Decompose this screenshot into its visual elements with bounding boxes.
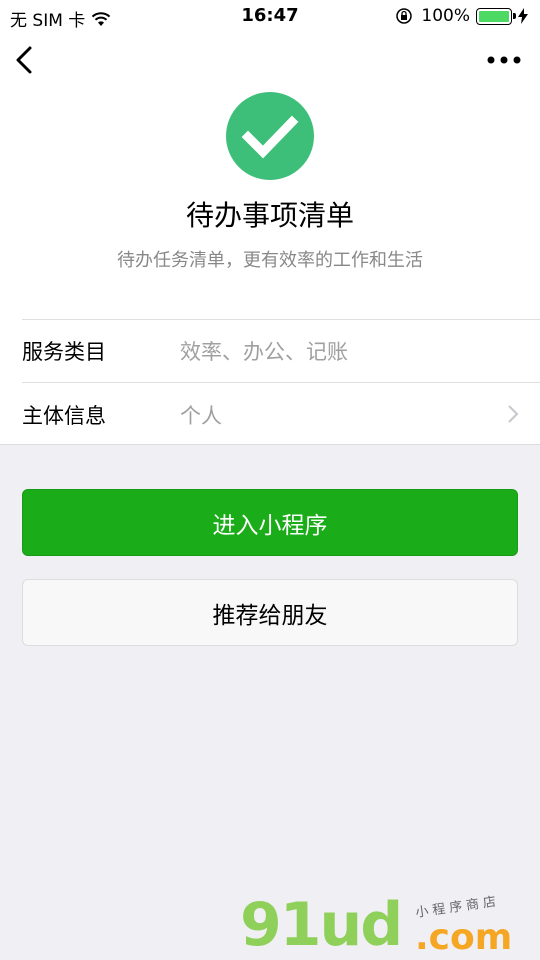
app-description: 待办任务清单，更有效率的工作和生活 (117, 250, 423, 271)
charging-icon (518, 8, 528, 24)
check-circle-icon (226, 92, 314, 180)
watermark: 91ud 小程序商店 .com (240, 890, 540, 960)
recommend-to-friend-button[interactable]: 推荐给朋友 (22, 579, 518, 646)
subject-value: 个人 (180, 404, 222, 428)
divider (0, 444, 540, 445)
status-right: 100% (395, 6, 528, 26)
status-bar: 无 SIM 卡 16:47 100% (0, 0, 540, 32)
orientation-lock-icon (396, 8, 413, 24)
divider (22, 319, 540, 320)
battery-icon (476, 7, 516, 25)
chevron-right-icon (508, 405, 519, 423)
category-label: 服务类目 (22, 340, 106, 364)
back-icon[interactable] (10, 42, 40, 78)
battery-percent: 100% (421, 6, 470, 26)
more-options-icon[interactable] (486, 50, 522, 70)
app-name: 待办事项清单 (185, 199, 354, 232)
watermark-brand: 91ud (240, 890, 403, 960)
category-value: 效率、办公、记账 (180, 340, 348, 364)
enter-miniprogram-button[interactable]: 进入小程序 (22, 489, 518, 556)
subject-info-row[interactable]: 主体信息 个人 (0, 383, 540, 444)
subject-label: 主体信息 (22, 404, 106, 428)
watermark-suffix: .com (415, 917, 513, 958)
